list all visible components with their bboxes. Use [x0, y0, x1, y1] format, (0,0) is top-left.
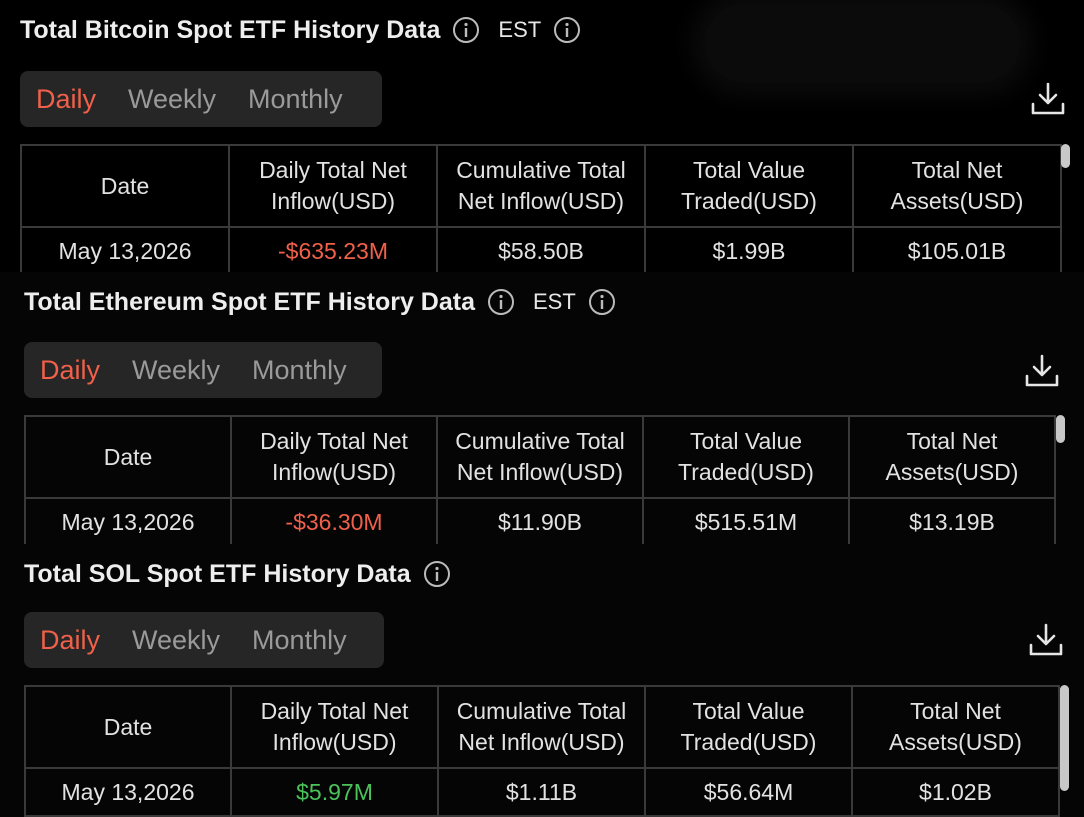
tab-weekly[interactable]: Weekly — [132, 355, 220, 386]
tab-monthly[interactable]: Monthly — [252, 355, 347, 386]
column-header: Total Net Assets(USD) — [852, 144, 1062, 228]
tab-monthly[interactable]: Monthly — [252, 625, 347, 656]
table-scrollbar[interactable] — [1060, 685, 1069, 791]
column-header: Date — [20, 144, 230, 228]
ethereum-etf-section: Total Ethereum Spot ETF History Data EST… — [0, 272, 1084, 547]
table-row[interactable]: May 13,2026 $5.97M $1.11B $56.64M $1.02B — [24, 767, 1060, 817]
table-row[interactable]: May 13,2026 -$36.30M $11.90B $515.51M $1… — [24, 497, 1056, 547]
cumulative-net-inflow-cell: $1.11B — [437, 767, 646, 817]
table-row[interactable]: May 13,2026 -$635.23M $58.50B $1.99B $10… — [20, 226, 1062, 276]
sol-etf-section: Total SOL Spot ETF History Data Daily We… — [0, 544, 1084, 817]
timezone-label: EST — [498, 17, 542, 42]
total-value-traded-cell: $1.99B — [644, 226, 854, 276]
column-header: Daily Total Net Inflow(USD) — [228, 144, 438, 228]
column-header: Date — [24, 685, 232, 769]
tab-monthly[interactable]: Monthly — [248, 84, 343, 115]
column-header: Cumulative Total Net Inflow(USD) — [437, 685, 646, 769]
section-title: Total SOL Spot ETF History Data — [24, 559, 411, 588]
total-value-traded-cell: $515.51M — [642, 497, 850, 547]
date-cell: May 13,2026 — [20, 226, 230, 276]
tab-daily[interactable]: Daily — [36, 84, 96, 115]
daily-net-inflow-cell: $5.97M — [230, 767, 439, 817]
table-header-row: Date Daily Total Net Inflow(USD) Cumulat… — [24, 685, 1060, 769]
table-scrollbar[interactable] — [1056, 415, 1065, 443]
column-header: Cumulative Total Net Inflow(USD) — [436, 415, 644, 499]
daily-net-inflow-cell: -$36.30M — [230, 497, 438, 547]
column-header: Daily Total Net Inflow(USD) — [230, 415, 438, 499]
column-header: Total Net Assets(USD) — [848, 415, 1056, 499]
date-cell: May 13,2026 — [24, 497, 232, 547]
cumulative-net-inflow-cell: $58.50B — [436, 226, 646, 276]
column-header: Date — [24, 415, 232, 499]
table-header-row: Date Daily Total Net Inflow(USD) Cumulat… — [24, 415, 1056, 499]
ethereum-title-row: Total Ethereum Spot ETF History Data EST — [24, 272, 1084, 332]
column-header: Total Net Assets(USD) — [851, 685, 1060, 769]
timezone-label: EST — [532, 289, 576, 314]
info-icon[interactable] — [487, 288, 515, 316]
section-title: Total Bitcoin Spot ETF History Data — [20, 15, 441, 44]
column-header: Daily Total Net Inflow(USD) — [230, 685, 439, 769]
total-net-assets-cell: $105.01B — [852, 226, 1062, 276]
column-header: Cumulative Total Net Inflow(USD) — [436, 144, 646, 228]
download-icon[interactable] — [1026, 620, 1066, 660]
column-header: Total Value Traded(USD) — [642, 415, 850, 499]
period-tabs: Daily Weekly Monthly — [24, 342, 382, 398]
period-tabs: Daily Weekly Monthly — [24, 612, 384, 668]
daily-net-inflow-cell: -$635.23M — [228, 226, 438, 276]
total-value-traded-cell: $56.64M — [644, 767, 853, 817]
column-header: Total Value Traded(USD) — [644, 685, 853, 769]
bitcoin-title-row: Total Bitcoin Spot ETF History Data EST — [20, 0, 1084, 60]
tab-weekly[interactable]: Weekly — [132, 625, 220, 656]
table-header-row: Date Daily Total Net Inflow(USD) Cumulat… — [20, 144, 1062, 228]
table-scrollbar[interactable] — [1061, 144, 1070, 168]
etf-history-page: Total Bitcoin Spot ETF History Data EST … — [0, 0, 1084, 817]
sol-title-row: Total SOL Spot ETF History Data — [24, 544, 1084, 604]
total-net-assets-cell: $13.19B — [848, 497, 1056, 547]
download-icon[interactable] — [1028, 79, 1068, 119]
info-icon[interactable] — [452, 16, 480, 44]
period-tabs: Daily Weekly Monthly — [20, 71, 382, 127]
cumulative-net-inflow-cell: $11.90B — [436, 497, 644, 547]
sol-etf-table: Date Daily Total Net Inflow(USD) Cumulat… — [24, 685, 1060, 817]
download-icon[interactable] — [1022, 351, 1062, 391]
section-title: Total Ethereum Spot ETF History Data — [24, 287, 475, 316]
info-icon[interactable] — [588, 288, 616, 316]
ethereum-etf-table: Date Daily Total Net Inflow(USD) Cumulat… — [24, 415, 1056, 547]
info-icon[interactable] — [553, 16, 581, 44]
date-cell: May 13,2026 — [24, 767, 232, 817]
total-net-assets-cell: $1.02B — [851, 767, 1060, 817]
info-icon[interactable] — [423, 560, 451, 588]
column-header: Total Value Traded(USD) — [644, 144, 854, 228]
bitcoin-etf-section: Total Bitcoin Spot ETF History Data EST … — [0, 0, 1084, 276]
bitcoin-etf-table: Date Daily Total Net Inflow(USD) Cumulat… — [20, 144, 1062, 276]
tab-daily[interactable]: Daily — [40, 625, 100, 656]
tab-weekly[interactable]: Weekly — [128, 84, 216, 115]
tab-daily[interactable]: Daily — [40, 355, 100, 386]
